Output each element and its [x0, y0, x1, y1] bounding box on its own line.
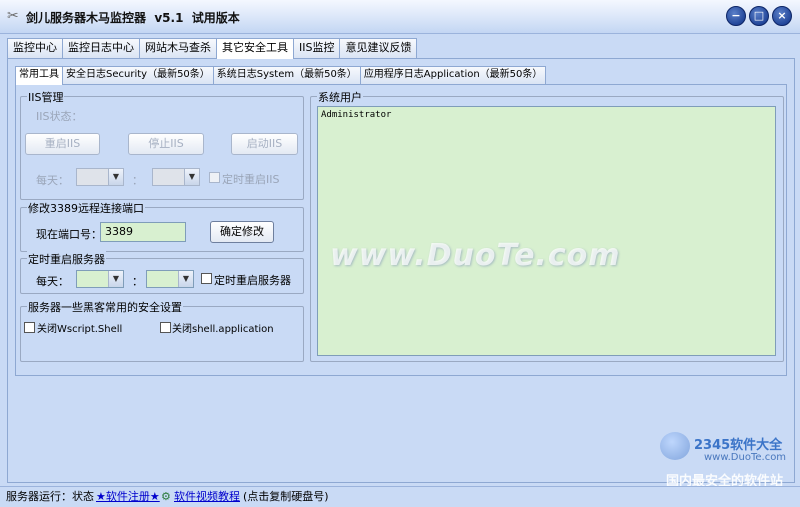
start-iis-button[interactable]: 启动IIS [231, 133, 298, 155]
iis-timed-restart-label: 定时重启IIS [222, 173, 280, 186]
video-icon: ⚙ [161, 490, 171, 503]
system-users-legend: 系统用户 [317, 89, 363, 105]
tab-website-trojan-scan[interactable]: 网站木马查杀 [139, 38, 217, 58]
watermark-text: www.DuoTe.com [330, 238, 621, 273]
subtab-system-log[interactable]: 系统日志System（最新50条） [212, 66, 361, 84]
iis-minute-select[interactable]: ▼ [152, 168, 200, 186]
iis-status-label: IIS状态： [36, 110, 83, 123]
status-label: 状态 [72, 490, 94, 503]
iis-colon: ： [132, 174, 143, 187]
disable-shell-app-checkbox[interactable] [160, 322, 171, 333]
title-bar: ✂ 剑儿服务器木马监控器 v5.1 试用版本 − □ × [0, 0, 800, 34]
iis-every-day-label: 每天： [36, 174, 69, 187]
chevron-down-icon: ▼ [108, 271, 123, 287]
reboot-hour-select[interactable]: ▼ [76, 270, 124, 288]
subtab-common-tools[interactable]: 常用工具 [15, 66, 63, 85]
app-icon: ✂ [7, 8, 19, 24]
list-item[interactable]: Administrator [321, 110, 772, 120]
chevron-down-icon: ▼ [178, 271, 193, 287]
window-title: 剑儿服务器木马监控器 v5.1 试用版本 [26, 11, 240, 25]
register-link[interactable]: ★软件注册★ [96, 487, 160, 507]
system-users-list[interactable]: Administrator [317, 106, 776, 356]
security-settings-legend: 服务器一些黑客常用的安全设置 [27, 299, 183, 315]
minimize-button[interactable]: − [726, 6, 746, 26]
current-port-label: 现在端口号： [36, 228, 102, 241]
brand-watermark: 2345软件大全 www.DuoTe.com 国内最安全的软件站 [660, 432, 800, 489]
timed-reboot-checkbox[interactable] [201, 273, 212, 284]
iis-hour-select[interactable]: ▼ [76, 168, 124, 186]
brand-url: www.DuoTe.com [704, 452, 787, 463]
reboot-every-day-label: 每天： [36, 275, 69, 288]
iis-management-legend: IIS管理 [27, 89, 65, 105]
mascot-icon [660, 432, 690, 460]
timed-reboot-legend: 定时重启服务器 [27, 251, 106, 267]
main-tab-bar: 监控中心 监控日志中心 网站木马查杀 其它安全工具 IIS监控 意见建议反馈 [7, 38, 418, 59]
timed-reboot-label: 定时重启服务器 [214, 274, 291, 287]
tab-feedback[interactable]: 意见建议反馈 [339, 38, 418, 58]
port-input[interactable]: 3389 [100, 222, 186, 242]
maximize-button[interactable]: □ [749, 6, 769, 26]
confirm-port-button[interactable]: 确定修改 [210, 221, 274, 243]
close-button[interactable]: × [772, 6, 792, 26]
disable-wscript-label: 关闭Wscript.Shell [37, 324, 123, 335]
chevron-down-icon: ▼ [108, 169, 123, 185]
tab-other-security-tools[interactable]: 其它安全工具 [216, 38, 294, 59]
video-tutorial-link[interactable]: 软件视频教程 [174, 487, 240, 507]
copy-disk-id-hint[interactable]: (点击复制硬盘号) [243, 487, 329, 507]
reboot-minute-select[interactable]: ▼ [146, 270, 194, 288]
brand-name: 2345软件大全 [694, 438, 783, 453]
iis-timed-restart-checkbox[interactable] [209, 172, 220, 183]
sub-tab-bar: 常用工具 安全日志Security（最新50条） 系统日志System（最新50… [15, 66, 547, 85]
subtab-security-log[interactable]: 安全日志Security（最新50条） [62, 66, 214, 84]
tab-iis-monitor[interactable]: IIS监控 [293, 38, 341, 58]
stop-iis-button[interactable]: 停止IIS [128, 133, 204, 155]
subtab-application-log[interactable]: 应用程序日志Application（最新50条） [359, 66, 547, 84]
tab-monitor-log-center[interactable]: 监控日志中心 [62, 38, 140, 58]
status-bar: 服务器运行： 状态 ★软件注册★ ⚙ 软件视频教程 (点击复制硬盘号) [0, 486, 800, 507]
disable-shell-app-label: 关闭shell.application [172, 324, 274, 335]
disable-wscript-checkbox[interactable] [24, 322, 35, 333]
rdp-port-legend: 修改3389远程连接端口 [27, 200, 145, 216]
reboot-colon: ： [132, 275, 143, 288]
restart-iis-button[interactable]: 重启IIS [25, 133, 100, 155]
chevron-down-icon: ▼ [184, 169, 199, 185]
server-running-label: 服务器运行： [6, 490, 72, 503]
tab-monitor-center[interactable]: 监控中心 [7, 38, 63, 58]
